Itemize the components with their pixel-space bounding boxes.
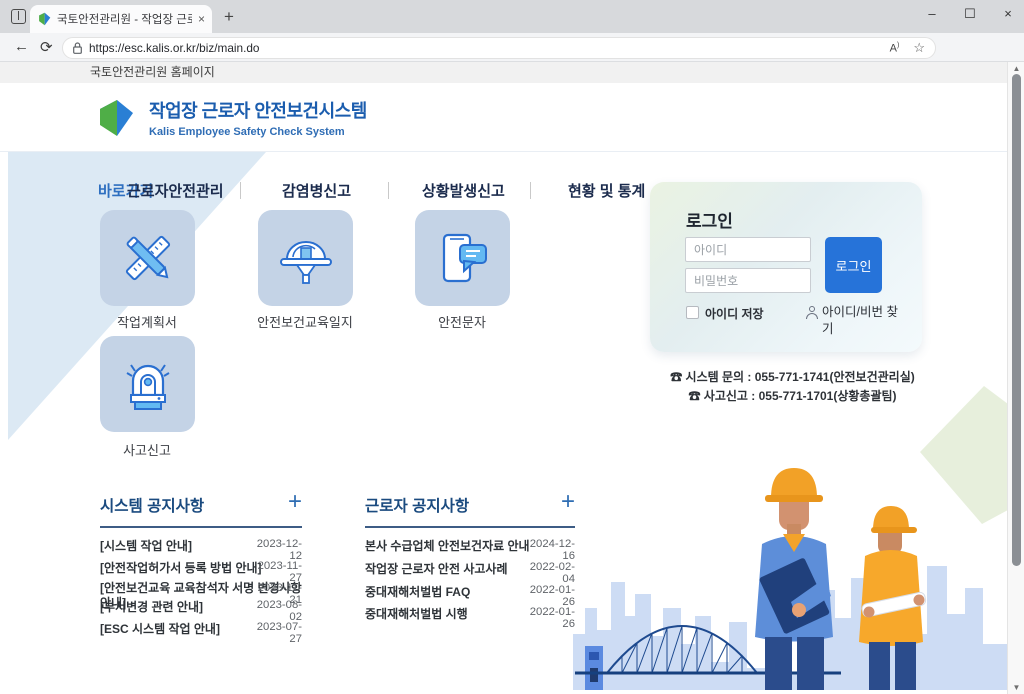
quick-label-edu-log[interactable]: 안전보건교육일지 — [225, 312, 385, 331]
site-favicon — [37, 12, 51, 26]
login-button[interactable]: 로그인 — [825, 237, 882, 293]
url-text[interactable]: https://esc.kalis.or.kr/biz/main.do — [89, 41, 890, 55]
system-notices-more-button[interactable]: + — [288, 490, 302, 514]
save-id-checkbox[interactable] — [686, 306, 699, 319]
notice-row[interactable]: 본사 수급업체 안전보건자료 안내2024-12-16 — [365, 537, 575, 555]
browser-window: 국토안전관리원 - 작업장 근로자 × + – ☐ × ← ⟳ https://… — [0, 0, 1024, 694]
quick-card-work-plan[interactable] — [100, 210, 195, 306]
contact-accident: ☎ 사고신고 : 055-771-1701(상황총괄팀) — [650, 387, 935, 406]
address-bar[interactable]: https://esc.kalis.or.kr/biz/main.do A) ☆ — [62, 37, 936, 59]
maximize-button[interactable]: ☐ — [962, 6, 978, 22]
logo-subtitle: Kalis Employee Safety Check System — [149, 126, 367, 138]
page-content: 국토안전관리원 홈페이지 작업장 근로자 안전보건시스템 Kalis Emplo… — [0, 62, 1007, 694]
ruler-pencil-icon — [119, 229, 177, 287]
tab-strip: 국토안전관리원 - 작업장 근로자 × + – ☐ × — [0, 0, 1024, 33]
scroll-up-icon[interactable]: ▲ — [1008, 64, 1024, 73]
quick-label-accident-report[interactable]: 사고신고 — [67, 440, 227, 459]
quick-card-edu-log[interactable] — [258, 210, 353, 306]
notice-row[interactable]: 작업장 근로자 안전 사고사례2022-02-04 — [365, 560, 575, 578]
browser-tab[interactable]: 국토안전관리원 - 작업장 근로자 × — [30, 5, 212, 33]
system-notices: 시스템 공지사항 + [시스템 작업 안내]2023-12-12 [안전작업허가… — [100, 494, 302, 537]
nav-tab-infection-report[interactable]: 감염병신고 — [282, 180, 351, 201]
login-panel: 로그인 로그인 아이디 저장 아이디/비번 찾기 — [650, 182, 922, 352]
refresh-icon[interactable]: ⟳ — [40, 38, 53, 56]
notice-row[interactable]: [안전작업허가서 등록 방법 안내]2023-11-27 — [100, 559, 302, 577]
tab-title: 국토안전관리원 - 작업장 근로자 — [57, 11, 192, 27]
notice-row[interactable]: [시스템 작업 안내]2023-12-12 — [100, 537, 302, 555]
notice-row[interactable]: [ESC 시스템 작업 안내]2023-07-27 — [100, 620, 302, 638]
logo-title: 작업장 근로자 안전보건시스템 — [149, 97, 367, 123]
tab-workspaces-icon[interactable] — [11, 9, 26, 24]
quick-label-work-plan[interactable]: 작업계획서 — [67, 312, 227, 331]
siren-icon — [119, 355, 177, 413]
minimize-button[interactable]: – — [924, 6, 940, 22]
scrollbar-thumb[interactable] — [1012, 74, 1021, 566]
nav-tab-situation-report[interactable]: 상황발생신고 — [422, 180, 505, 201]
contact-system: ☎ 시스템 문의 : 055-771-1741(안전보건관리실) — [650, 368, 935, 387]
lock-icon — [73, 42, 82, 54]
logo-mark-icon — [95, 98, 137, 138]
quick-card-accident-report[interactable] — [100, 336, 195, 432]
id-input[interactable] — [685, 237, 811, 262]
system-notices-title: 시스템 공지사항 — [100, 498, 204, 515]
site-logo[interactable]: 작업장 근로자 안전보건시스템 Kalis Employee Safety Ch… — [95, 97, 367, 138]
notice-row[interactable]: 중대재해처벌법 FAQ2022-01-26 — [365, 583, 575, 601]
window-close-button[interactable]: × — [1000, 6, 1016, 22]
read-aloud-icon[interactable]: A) — [890, 42, 900, 55]
person-icon — [806, 306, 818, 319]
save-id-label[interactable]: 아이디 저장 — [705, 305, 764, 322]
page-scrollbar[interactable]: ▲ ▼ — [1007, 62, 1024, 694]
password-input[interactable] — [685, 268, 811, 293]
tab-close-icon[interactable]: × — [198, 12, 205, 26]
site-header: 작업장 근로자 안전보건시스템 Kalis Employee Safety Ch… — [0, 83, 1007, 152]
nav-tab-worker-safety[interactable]: 근로자안전관리 — [127, 180, 224, 201]
contact-info: ☎ 시스템 문의 : 055-771-1741(안전보건관리실) ☎ 사고신고 … — [650, 368, 935, 406]
quick-card-safety-sms[interactable] — [415, 210, 510, 306]
nav-tab-status-stats[interactable]: 현황 및 통계 — [568, 180, 645, 201]
favorite-star-icon[interactable]: ☆ — [913, 40, 925, 56]
browser-toolbar: ← ⟳ https://esc.kalis.or.kr/biz/main.do … — [0, 33, 1024, 62]
worker-notices-title: 근로자 공지사항 — [365, 498, 469, 515]
back-icon[interactable]: ← — [14, 38, 29, 55]
notice-row[interactable]: [부서변경 관련 안내]2023-08-02 — [100, 598, 302, 616]
login-title: 로그인 — [686, 207, 733, 232]
find-id-password-link[interactable]: 아이디/비번 찾기 — [822, 304, 908, 338]
new-tab-button[interactable]: + — [224, 7, 234, 27]
home-link[interactable]: 국토안전관리원 홈페이지 — [0, 62, 1007, 83]
scroll-down-icon[interactable]: ▼ — [1008, 683, 1024, 692]
worker-notices: 근로자 공지사항 + 본사 수급업체 안전보건자료 안내2024-12-16 작… — [365, 494, 575, 537]
hardhat-icon — [275, 229, 337, 287]
notice-row[interactable]: 중대재해처벌법 시행2022-01-26 — [365, 605, 575, 623]
phone-message-icon — [434, 229, 492, 287]
construction-workers-illustration — [559, 430, 1007, 690]
quick-label-safety-sms[interactable]: 안전문자 — [382, 312, 542, 331]
